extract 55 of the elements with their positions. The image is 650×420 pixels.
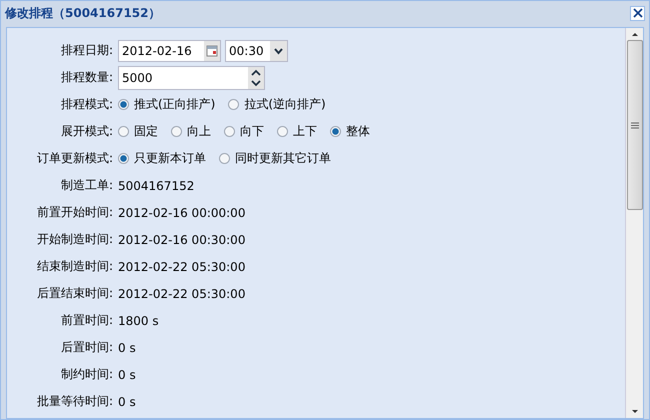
field-label: 批量等待时间: — [36, 393, 113, 410]
radio-label: 向上 — [187, 123, 211, 140]
field-value: 0 s — [118, 340, 136, 354]
radio-button[interactable] — [219, 153, 230, 164]
radio-button[interactable] — [277, 126, 288, 137]
radio-button[interactable] — [228, 99, 240, 110]
field-label: 排程模式: — [60, 96, 113, 113]
time-select[interactable]: 00:30 — [225, 40, 288, 62]
scroll-thumb[interactable] — [626, 40, 642, 210]
field-label: 后置结束时间: — [36, 285, 113, 302]
radio-label: 固定 — [134, 123, 158, 140]
date-value: 2012-02-16 — [122, 44, 192, 58]
field-label: 制造工单: — [60, 177, 113, 194]
radio-button[interactable] — [330, 126, 341, 137]
caret-icon — [270, 40, 287, 60]
radio-button[interactable] — [171, 126, 182, 137]
radio-label: 只更新本订单 — [134, 150, 206, 167]
field-value: 2012-02-16 00:00:00 — [118, 206, 246, 220]
grip-icon — [630, 122, 638, 128]
radio-label: 拉式(逆向排产) — [244, 96, 326, 113]
close-button[interactable] — [630, 6, 645, 20]
field-label: 排程日期: — [60, 42, 113, 59]
radio-label: 整体 — [346, 123, 370, 140]
radio-label: 向下 — [240, 123, 264, 140]
field-label: 后置时间: — [60, 339, 113, 356]
radio-button[interactable] — [118, 126, 129, 137]
time-value: 00:30 — [229, 44, 264, 58]
field-value: 0 s — [118, 394, 136, 408]
spinner-icon — [248, 66, 264, 88]
calendar-icon — [204, 40, 220, 60]
field-label: 制约时间: — [60, 366, 113, 383]
field-label: 排程数量: — [60, 69, 113, 86]
radio-label: 推式(正向排产) — [134, 96, 216, 113]
field-label: 订单更新模式: — [36, 150, 113, 167]
field-value: 0 s — [118, 368, 136, 382]
window-title: 修改排程（5004167152） — [5, 4, 160, 22]
radio-label: 同时更新其它订单 — [235, 150, 331, 167]
radio-label: 上下 — [293, 123, 317, 140]
field-value: 2012-02-22 05:30:00 — [118, 286, 246, 300]
field-value: 2012-02-16 00:30:00 — [118, 232, 246, 246]
quantity-field[interactable]: 5000 — [118, 66, 265, 90]
radio-button[interactable] — [224, 126, 235, 137]
radio-button[interactable] — [118, 99, 129, 110]
field-value: 5004167152 — [118, 178, 194, 192]
quantity-value: 5000 — [122, 70, 153, 84]
field-label: 展开模式: — [60, 123, 113, 140]
field-label: 结束制造时间: — [36, 258, 113, 275]
field-label: 前置开始时间: — [36, 204, 113, 221]
radio-button[interactable] — [118, 153, 129, 164]
field-label: 开始制造时间: — [36, 231, 113, 248]
scrollbar[interactable] — [625, 28, 643, 418]
field-value: 2012-02-22 05:30:00 — [118, 260, 246, 274]
field-value: 1800 s — [118, 314, 159, 328]
date-field[interactable]: 2012-02-16 — [118, 40, 221, 62]
field-label: 前置时间: — [60, 312, 113, 329]
